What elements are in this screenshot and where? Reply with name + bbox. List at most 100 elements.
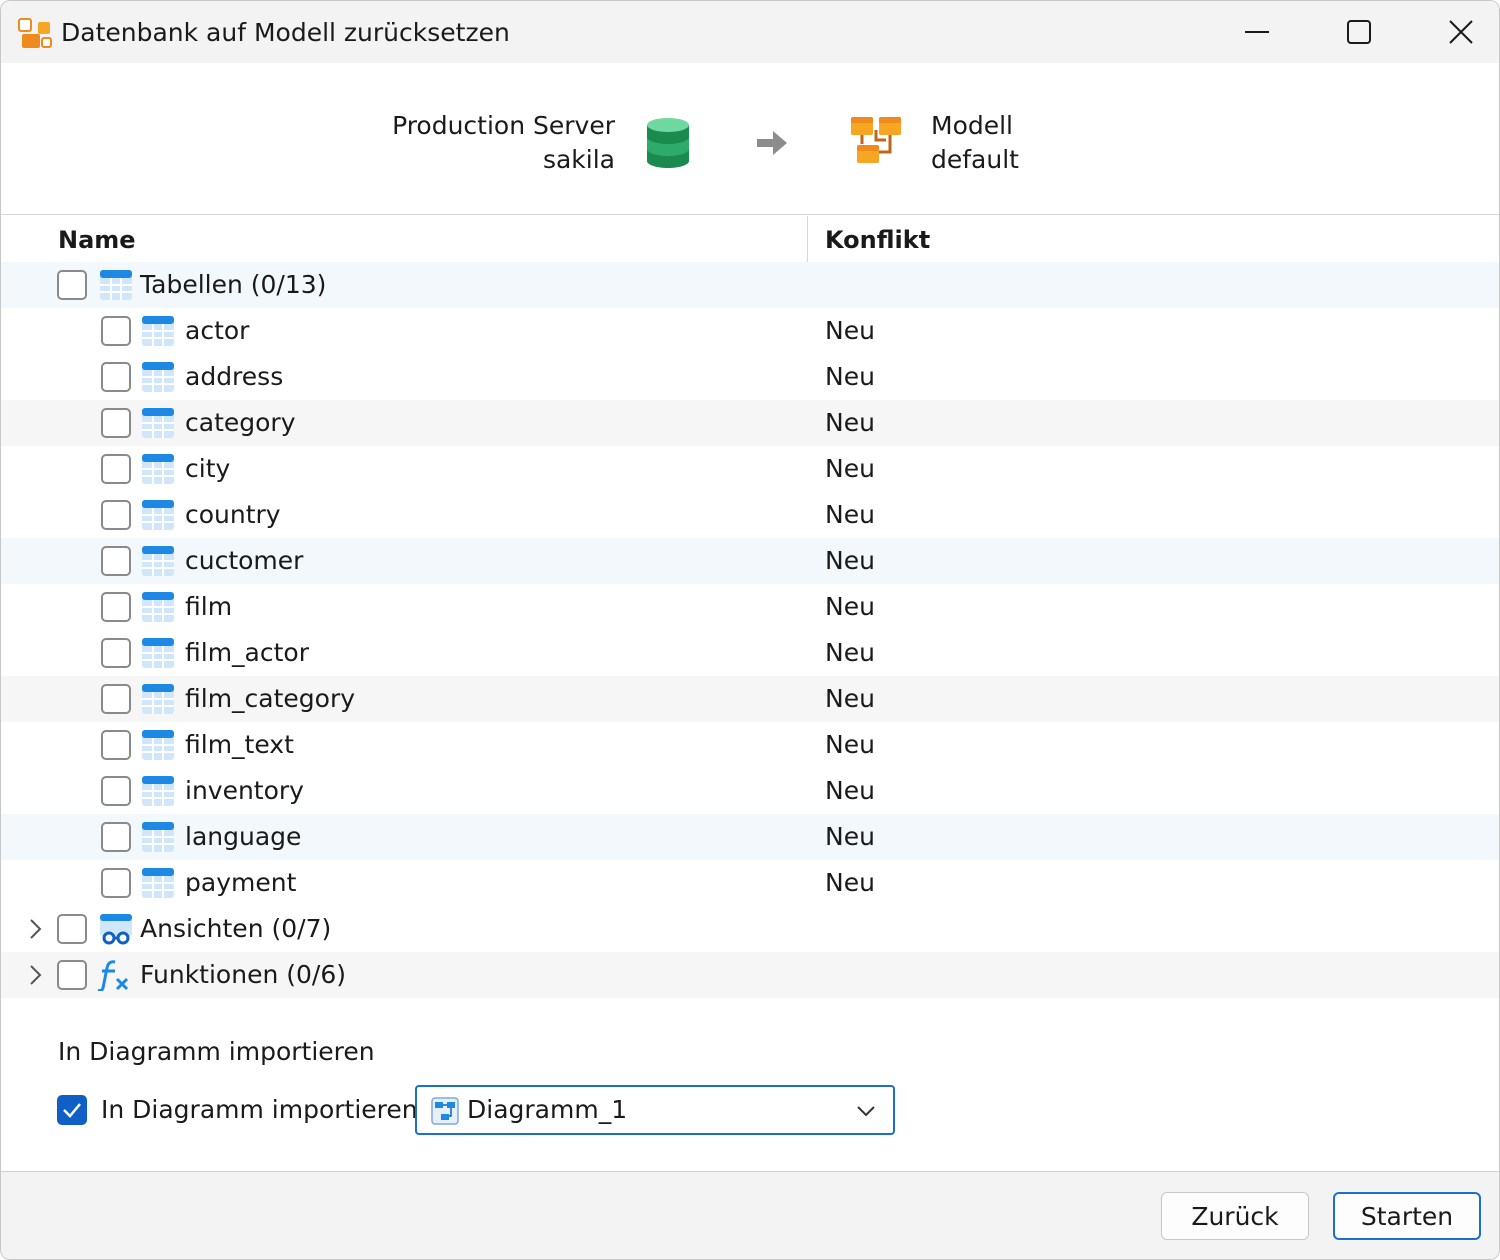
row-checkbox[interactable]: [101, 454, 131, 484]
group-checkbox[interactable]: [57, 914, 87, 944]
table-row[interactable]: language Neu: [1, 814, 1499, 860]
table-row[interactable]: inventory Neu: [1, 768, 1499, 814]
row-name: city: [185, 454, 231, 483]
diagram-select-value: Diagramm_1: [467, 1095, 628, 1124]
row-checkbox[interactable]: [101, 776, 131, 806]
minimize-button[interactable]: [1207, 1, 1307, 63]
table-icon: [141, 775, 175, 807]
table-row[interactable]: city Neu: [1, 446, 1499, 492]
row-conflict: Neu: [825, 868, 875, 897]
row-name: payment: [185, 868, 297, 897]
import-checkbox-label[interactable]: In Diagramm importieren: [101, 1093, 418, 1127]
row-name: film_actor: [185, 638, 309, 667]
row-name: category: [185, 408, 296, 437]
row-checkbox[interactable]: [101, 684, 131, 714]
row-name: actor: [185, 316, 250, 345]
row-conflict: Neu: [825, 500, 875, 529]
row-checkbox[interactable]: [101, 822, 131, 852]
title-bar: Datenbank auf Modell zurücksetzen: [1, 1, 1499, 63]
import-section-heading: In Diagramm importieren: [58, 1037, 375, 1066]
object-tree: Tabellen (0/13) actor Neu address Neu ca…: [1, 262, 1499, 998]
table-icon: [141, 407, 175, 439]
row-name: inventory: [185, 776, 304, 805]
table-row[interactable]: film_category Neu: [1, 676, 1499, 722]
tree-group-functions[interactable]: Funktionen (0/6): [1, 952, 1499, 998]
table-icon: [141, 361, 175, 393]
group-label: Funktionen (0/6): [140, 960, 346, 989]
row-checkbox[interactable]: [101, 316, 131, 346]
row-conflict: Neu: [825, 776, 875, 805]
tree-group-tables[interactable]: Tabellen (0/13): [1, 262, 1499, 308]
table-icon: [141, 545, 175, 577]
import-checkbox[interactable]: [57, 1095, 87, 1125]
table-icon: [141, 453, 175, 485]
view-icon: [99, 913, 133, 945]
group-checkbox[interactable]: [57, 960, 87, 990]
source-server-name: Production Server: [392, 111, 615, 140]
row-checkbox[interactable]: [101, 408, 131, 438]
table-row[interactable]: payment Neu: [1, 860, 1499, 906]
table-icon: [141, 729, 175, 761]
table-row[interactable]: category Neu: [1, 400, 1499, 446]
column-header-name[interactable]: Name: [58, 224, 136, 256]
database-icon: [645, 117, 691, 169]
chevron-right-icon[interactable]: [23, 917, 47, 941]
chevron-down-icon[interactable]: [855, 1100, 877, 1122]
table-icon: [141, 867, 175, 899]
row-conflict: Neu: [825, 822, 875, 851]
table-icon: [141, 821, 175, 853]
table-row[interactable]: film_actor Neu: [1, 630, 1499, 676]
table-row[interactable]: actor Neu: [1, 308, 1499, 354]
group-checkbox[interactable]: [57, 270, 87, 300]
target-database-name: default: [931, 145, 1019, 174]
table-row[interactable]: film Neu: [1, 584, 1499, 630]
source-database-name: sakila: [542, 145, 615, 174]
group-label: Ansichten (0/7): [140, 914, 332, 943]
row-checkbox[interactable]: [101, 868, 131, 898]
dialog-window: Datenbank auf Modell zurücksetzen Produc…: [0, 0, 1500, 1260]
row-name: country: [185, 500, 281, 529]
model-sync-icon: [18, 18, 52, 50]
row-name: address: [185, 362, 284, 391]
row-conflict: Neu: [825, 454, 875, 483]
row-name: film: [185, 592, 233, 621]
table-row[interactable]: cuctomer Neu: [1, 538, 1499, 584]
row-checkbox[interactable]: [101, 362, 131, 392]
column-divider[interactable]: [807, 216, 808, 262]
close-button[interactable]: [1411, 1, 1499, 63]
row-conflict: Neu: [825, 546, 875, 575]
function-icon: [97, 959, 131, 993]
arrow-right-icon: [755, 129, 789, 157]
row-conflict: Neu: [825, 730, 875, 759]
column-header-conflict[interactable]: Konflikt: [825, 224, 930, 256]
row-checkbox[interactable]: [101, 500, 131, 530]
minimize-icon: [1245, 31, 1269, 33]
row-conflict: Neu: [825, 684, 875, 713]
table-icon: [141, 683, 175, 715]
tree-group-views[interactable]: Ansichten (0/7): [1, 906, 1499, 952]
start-button[interactable]: Starten: [1333, 1192, 1481, 1240]
row-conflict: Neu: [825, 408, 875, 437]
maximize-button[interactable]: [1309, 1, 1409, 63]
model-icon: [849, 115, 903, 169]
row-conflict: Neu: [825, 362, 875, 391]
table-icon: [141, 315, 175, 347]
table-row[interactable]: country Neu: [1, 492, 1499, 538]
row-name: language: [185, 822, 302, 851]
row-checkbox[interactable]: [101, 638, 131, 668]
row-checkbox[interactable]: [101, 546, 131, 576]
sync-header: Production Server sakila Modell default: [1, 63, 1499, 215]
row-checkbox[interactable]: [101, 730, 131, 760]
group-label: Tabellen (0/13): [140, 270, 327, 299]
table-row[interactable]: film_text Neu: [1, 722, 1499, 768]
row-name: film_category: [185, 684, 356, 713]
chevron-right-icon[interactable]: [23, 963, 47, 987]
diagram-select[interactable]: Diagramm_1: [415, 1085, 895, 1135]
table-icon: [141, 499, 175, 531]
back-button[interactable]: Zurück: [1161, 1192, 1309, 1240]
table-header: Name Konflikt: [1, 216, 1499, 262]
row-name: film_text: [185, 730, 294, 759]
row-name: cuctomer: [185, 546, 304, 575]
row-checkbox[interactable]: [101, 592, 131, 622]
table-row[interactable]: address Neu: [1, 354, 1499, 400]
